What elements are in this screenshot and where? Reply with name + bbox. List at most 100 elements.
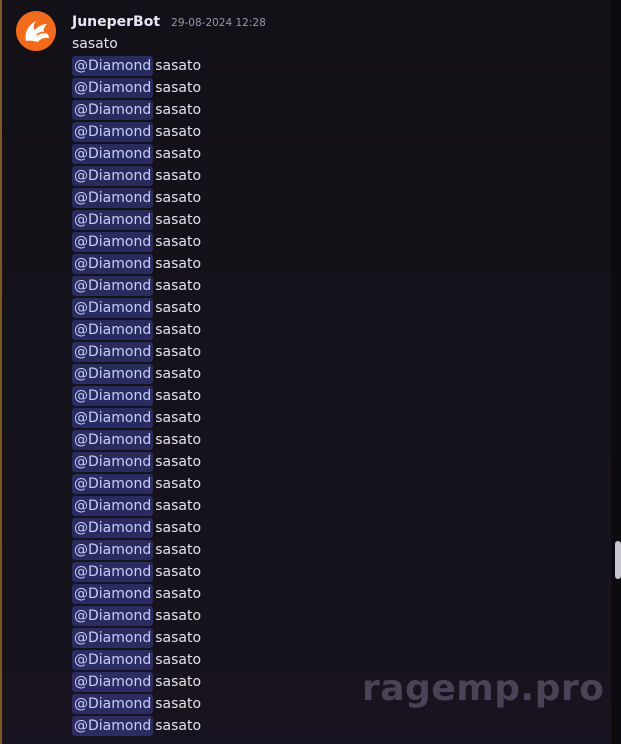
user-mention[interactable]: @Diamond — [72, 320, 154, 340]
user-mention[interactable]: @Diamond — [72, 452, 154, 472]
mention-line-text: sasato — [155, 652, 202, 668]
mention-line-text: sasato — [155, 366, 202, 382]
mention-line-text: sasato — [155, 58, 202, 74]
mention-line-text: sasato — [155, 410, 202, 426]
mention-line-text: sasato — [155, 102, 202, 118]
mention-line-text: sasato — [155, 564, 202, 580]
mention-line-text: sasato — [155, 80, 202, 96]
user-mention[interactable]: @Diamond — [72, 232, 154, 252]
mention-line: @Diamond sasato — [72, 231, 201, 253]
user-mention[interactable]: @Diamond — [72, 144, 154, 164]
mention-line-text: sasato — [155, 322, 202, 338]
mention-line: @Diamond sasato — [72, 539, 201, 561]
user-mention[interactable]: @Diamond — [72, 540, 154, 560]
mention-line: @Diamond sasato — [72, 275, 201, 297]
user-mention[interactable]: @Diamond — [72, 386, 154, 406]
mention-line: @Diamond sasato — [72, 451, 201, 473]
user-mention[interactable]: @Diamond — [72, 210, 154, 230]
mention-line-text: sasato — [155, 168, 202, 184]
user-mention[interactable]: @Diamond — [72, 56, 154, 76]
mention-line: @Diamond sasato — [72, 297, 201, 319]
user-mention[interactable]: @Diamond — [72, 650, 154, 670]
mention-line-text: sasato — [155, 190, 202, 206]
mention-line: @Diamond sasato — [72, 209, 201, 231]
user-mention[interactable]: @Diamond — [72, 254, 154, 274]
mention-line: @Diamond sasato — [72, 627, 201, 649]
user-mention[interactable]: @Diamond — [72, 364, 154, 384]
message-content: sasato @Diamond sasato @Diamond sasato @Diam… — [72, 33, 201, 737]
user-mention[interactable]: @Diamond — [72, 694, 154, 714]
mention-line-text: sasato — [155, 388, 202, 404]
user-mention[interactable]: @Diamond — [72, 188, 154, 208]
mention-line-text: sasato — [155, 696, 202, 712]
user-mention[interactable]: @Diamond — [72, 408, 154, 428]
author-name[interactable]: JuneperBot — [72, 14, 160, 30]
mention-line-text: sasato — [155, 278, 202, 294]
mention-line-text: sasato — [155, 718, 202, 734]
mention-line-text: sasato — [155, 212, 202, 228]
mention-line: @Diamond sasato — [72, 715, 201, 737]
mention-line-text: sasato — [155, 476, 202, 492]
mention-line-text: sasato — [155, 498, 202, 514]
user-mention[interactable]: @Diamond — [72, 672, 154, 692]
message-timestamp: 29-08-2024 12:28 — [171, 17, 266, 29]
mention-line: @Diamond sasato — [72, 517, 201, 539]
mention-line-text: sasato — [155, 608, 202, 624]
user-mention[interactable]: @Diamond — [72, 166, 154, 186]
mention-line: @Diamond sasato — [72, 253, 201, 275]
user-mention[interactable]: @Diamond — [72, 100, 154, 120]
mention-line: @Diamond sasato — [72, 693, 201, 715]
user-mention[interactable]: @Diamond — [72, 342, 154, 362]
mention-line: @Diamond sasato — [72, 143, 201, 165]
chat-message: JuneperBot 29-08-2024 12:28 sasato @Diam… — [0, 0, 610, 744]
mention-line-text: sasato — [155, 674, 202, 690]
user-mention[interactable]: @Diamond — [72, 584, 154, 604]
mention-line: @Diamond sasato — [72, 121, 201, 143]
mention-line: @Diamond sasato — [72, 473, 201, 495]
mention-line: @Diamond sasato — [72, 165, 201, 187]
user-mention[interactable]: @Diamond — [72, 474, 154, 494]
mention-line-text: sasato — [155, 256, 202, 272]
user-mention[interactable]: @Diamond — [72, 430, 154, 450]
user-mention[interactable]: @Diamond — [72, 122, 154, 142]
mention-line: @Diamond sasato — [72, 341, 201, 363]
mention-line: @Diamond sasato — [72, 583, 201, 605]
mention-line: @Diamond sasato — [72, 319, 201, 341]
mention-line-text: sasato — [155, 520, 202, 536]
message-header: JuneperBot 29-08-2024 12:28 — [72, 11, 266, 30]
user-mention[interactable]: @Diamond — [72, 298, 154, 318]
mention-line-text: sasato — [155, 542, 202, 558]
mention-line: @Diamond sasato — [72, 671, 201, 693]
mention-line: @Diamond sasato — [72, 55, 201, 77]
mention-line-text: sasato — [155, 146, 202, 162]
fox-avatar-icon[interactable] — [16, 11, 56, 51]
mention-line: @Diamond sasato — [72, 363, 201, 385]
mention-line: @Diamond sasato — [72, 429, 201, 451]
mention-line: @Diamond sasato — [72, 407, 201, 429]
scrollbar-track[interactable] — [611, 0, 621, 744]
mention-line-text: sasato — [155, 454, 202, 470]
user-mention[interactable]: @Diamond — [72, 606, 154, 626]
user-mention[interactable]: @Diamond — [72, 496, 154, 516]
mention-line-text: sasato — [155, 300, 202, 316]
mention-line: @Diamond sasato — [72, 495, 201, 517]
mention-line: @Diamond sasato — [72, 561, 201, 583]
mention-line: @Diamond sasato — [72, 77, 201, 99]
mention-line-text: sasato — [155, 630, 202, 646]
mention-line-text: sasato — [155, 586, 202, 602]
user-mention[interactable]: @Diamond — [72, 276, 154, 296]
user-mention[interactable]: @Diamond — [72, 518, 154, 538]
user-mention[interactable]: @Diamond — [72, 78, 154, 98]
mention-line-text: sasato — [155, 234, 202, 250]
mention-line: @Diamond sasato — [72, 187, 201, 209]
mention-line-text: sasato — [155, 432, 202, 448]
user-mention[interactable]: @Diamond — [72, 562, 154, 582]
mention-line-text: sasato — [155, 124, 202, 140]
mention-line: @Diamond sasato — [72, 385, 201, 407]
mention-line: @Diamond sasato — [72, 99, 201, 121]
user-mention[interactable]: @Diamond — [72, 628, 154, 648]
scrollbar-thumb[interactable] — [615, 541, 621, 579]
user-mention[interactable]: @Diamond — [72, 716, 154, 736]
message-line: sasato — [72, 36, 118, 52]
mention-line-text: sasato — [155, 344, 202, 360]
